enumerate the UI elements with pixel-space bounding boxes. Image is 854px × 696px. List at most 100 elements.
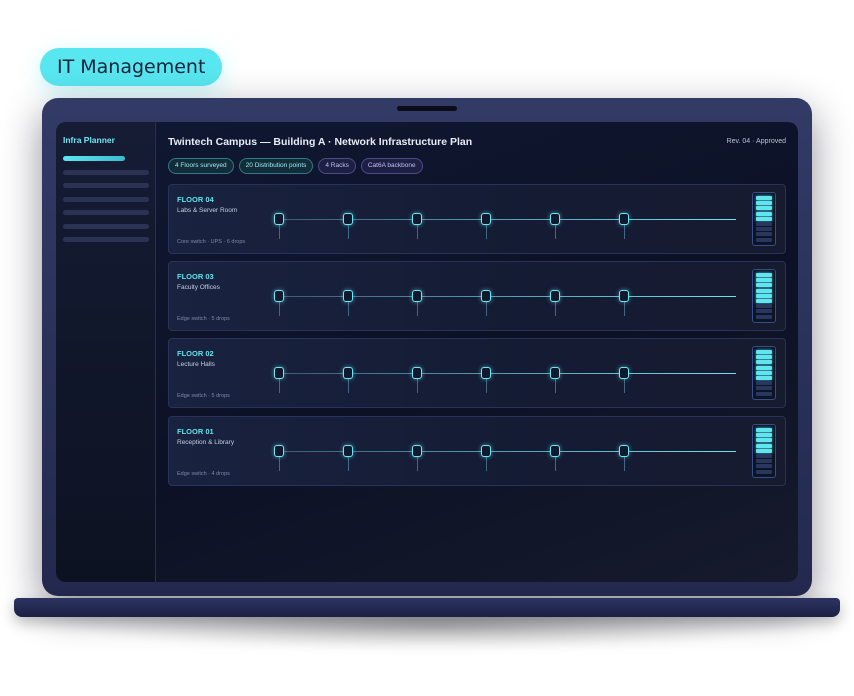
drop-node-icon[interactable] [274,367,284,379]
rack-unit [756,370,772,375]
drop-node-icon[interactable] [550,213,560,225]
drop-stem [348,379,349,393]
drop-node-icon[interactable] [619,290,629,302]
drop-node-icon[interactable] [412,213,422,225]
rack-unit [756,314,772,319]
rack-unit [756,453,772,458]
drop-node-icon[interactable] [481,445,491,457]
rack-unit [756,283,772,288]
tag-floors: 4 Floors surveyed [168,158,234,174]
drop-node-icon[interactable] [619,445,629,457]
rack-unit [756,469,772,474]
drop-stem [486,457,487,471]
rack-unit [756,278,772,283]
rack-unit [756,304,772,309]
rack-unit [756,232,772,237]
sidebar-item[interactable] [63,224,149,229]
floor-card[interactable]: FLOOR 01 Reception & Library Edge switch… [168,416,786,486]
drop-stem [555,302,556,316]
laptop-lid: Infra Planner Twintech Campus — Building… [42,98,812,596]
rack-unit [756,448,772,453]
sidebar-item[interactable] [63,197,149,202]
drop-stem [348,302,349,316]
camera-notch [397,106,457,111]
category-badge: IT Management [40,48,223,86]
drop-stem [486,379,487,393]
rack-unit [756,309,772,314]
rack-unit [756,375,772,380]
revision-status: Rev. 04 · Approved [726,138,786,145]
rack-unit [756,298,772,303]
drop-node-icon[interactable] [619,213,629,225]
floor-name: FLOOR 04 [177,195,214,204]
drop-node-icon[interactable] [619,367,629,379]
drop-node-icon[interactable] [343,445,353,457]
rack-unit [756,273,772,277]
rack-unit [756,355,772,360]
drop-stem [624,225,625,239]
floor-card[interactable]: FLOOR 04 Labs & Server Room Core switch … [168,184,786,254]
drop-stem [417,379,418,393]
drop-stem [279,302,280,316]
rack-unit [756,459,772,464]
drop-stem [555,457,556,471]
sidebar: Infra Planner [56,122,156,582]
drop-stem [417,457,418,471]
drop-stem [555,379,556,393]
rack-unit [756,386,772,391]
rack-icon[interactable] [752,192,776,246]
floor-note: Edge switch · 5 drops [177,393,230,399]
drop-node-icon[interactable] [343,367,353,379]
rack-unit [756,206,772,211]
rack-unit [756,211,772,216]
drop-node-icon[interactable] [343,213,353,225]
sidebar-item[interactable] [63,210,149,215]
rack-unit [756,365,772,370]
sidebar-item-active[interactable] [63,156,125,161]
rack-unit [756,464,772,469]
page-stage: IT Management Infra Planner Twintech Cam… [0,0,854,696]
rack-unit [756,216,772,221]
drop-node-icon[interactable] [550,290,560,302]
floor-name: FLOOR 01 [177,427,214,436]
drop-stem [555,225,556,239]
drop-node-icon[interactable] [550,367,560,379]
drop-node-icon[interactable] [412,367,422,379]
floor-card[interactable]: FLOOR 03 Faculty Offices Edge switch · 5… [168,261,786,331]
floor-description: Lecture Halls [177,361,215,368]
drop-stem [348,457,349,471]
floor-name: FLOOR 02 [177,349,214,358]
rack-icon[interactable] [752,424,776,478]
drop-node-icon[interactable] [481,367,491,379]
drop-node-icon[interactable] [481,213,491,225]
sidebar-item[interactable] [63,237,149,242]
rack-unit [756,443,772,448]
drop-node-icon[interactable] [343,290,353,302]
rack-unit [756,350,772,354]
drop-node-icon[interactable] [274,445,284,457]
rack-unit [756,293,772,298]
drop-node-icon[interactable] [274,290,284,302]
rack-unit [756,288,772,293]
tag-distribution-points: 20 Distribution points [238,158,314,174]
sidebar-item[interactable] [63,170,149,175]
drop-stem [279,225,280,239]
laptop-base [14,598,840,617]
rack-unit [756,227,772,232]
floor-note: Core switch · UPS · 6 drops [177,239,246,245]
drop-stem [624,302,625,316]
rack-icon[interactable] [752,346,776,400]
rack-unit [756,381,772,386]
sidebar-item[interactable] [63,183,149,188]
rack-icon[interactable] [752,269,776,323]
floor-card[interactable]: FLOOR 02 Lecture Halls Edge switch · 5 d… [168,338,786,408]
tag-racks: 4 Racks [318,158,356,174]
drop-node-icon[interactable] [274,213,284,225]
drop-node-icon[interactable] [412,290,422,302]
floor-name: FLOOR 03 [177,272,214,281]
drop-stem [417,225,418,239]
drop-node-icon[interactable] [481,290,491,302]
drop-node-icon[interactable] [412,445,422,457]
drop-node-icon[interactable] [550,445,560,457]
floor-note: Edge switch · 4 drops [177,471,230,477]
